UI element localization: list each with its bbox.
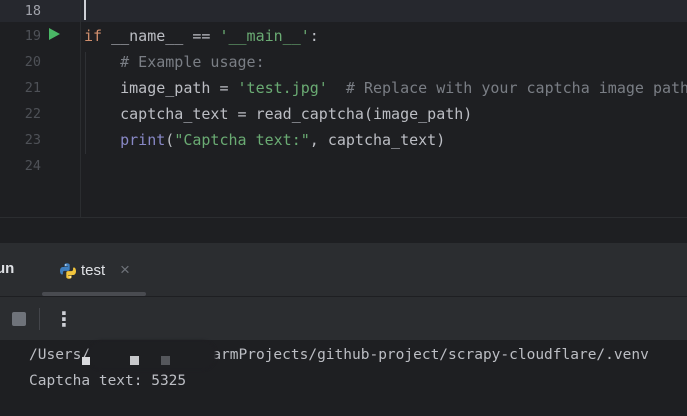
code-token: image_path = xyxy=(84,79,238,97)
redaction-square xyxy=(130,356,139,365)
current-line-highlight xyxy=(0,0,687,22)
run-toolbar: ⋮ xyxy=(0,296,687,341)
more-vertical-icon[interactable]: ⋮ xyxy=(54,306,74,332)
code-token: # Replace with your captcha image path xyxy=(345,79,687,97)
code-token: ( xyxy=(165,131,175,149)
close-icon[interactable]: × xyxy=(120,260,130,280)
redacted-region xyxy=(88,340,216,370)
tab-test[interactable]: test × xyxy=(56,254,148,288)
line-number: 22 xyxy=(24,106,41,122)
run-triangle-icon[interactable] xyxy=(49,28,60,40)
code-line[interactable]: captcha_text = read_captcha(image_path) xyxy=(84,101,472,127)
code-token: 'test.jpg' xyxy=(237,79,328,97)
tab-label: test xyxy=(81,262,106,279)
text-caret xyxy=(84,0,86,20)
code-line[interactable]: print("Captcha text:", captcha_text) xyxy=(84,127,445,153)
code-token: '__main__' xyxy=(219,27,310,45)
code-token: captcha_text = read_captcha(image_path) xyxy=(84,105,473,123)
code-line[interactable]: image_path = 'test.jpg' # Replace with y… xyxy=(84,75,687,101)
code-token: if xyxy=(84,27,103,45)
code-token: , captcha_text) xyxy=(309,131,446,149)
panel-splitter[interactable] xyxy=(0,218,687,244)
console-line: Captcha text: 5325 xyxy=(29,373,187,389)
python-icon xyxy=(60,263,76,279)
code-token: print xyxy=(120,131,166,149)
line-number-gutter: 18 19 20 21 22 23 24 xyxy=(0,0,78,218)
redaction-square xyxy=(161,356,170,365)
code-editor[interactable]: 18 19 20 21 22 23 24 if __name__ == '__m… xyxy=(0,0,687,218)
gutter-divider xyxy=(80,0,81,218)
redaction-square xyxy=(82,357,90,365)
line-number: 18 xyxy=(24,3,41,19)
code-token: "Captcha text:" xyxy=(174,131,310,149)
toolbar-divider xyxy=(39,308,40,330)
code-line[interactable]: # Example usage: xyxy=(84,49,265,75)
code-token: : xyxy=(309,27,319,45)
line-number: 20 xyxy=(24,54,41,70)
line-number: 19 xyxy=(24,28,41,44)
line-number: 23 xyxy=(24,132,41,148)
line-number: 24 xyxy=(24,158,41,174)
stop-icon[interactable] xyxy=(12,312,26,326)
code-line[interactable]: if __name__ == '__main__': xyxy=(84,23,319,49)
code-token: # Example usage: xyxy=(120,53,265,71)
code-token: __name__ == xyxy=(102,27,220,45)
tool-window-title: un xyxy=(0,260,15,277)
line-number: 21 xyxy=(24,80,41,96)
run-tool-window-header: un test × xyxy=(0,244,687,296)
